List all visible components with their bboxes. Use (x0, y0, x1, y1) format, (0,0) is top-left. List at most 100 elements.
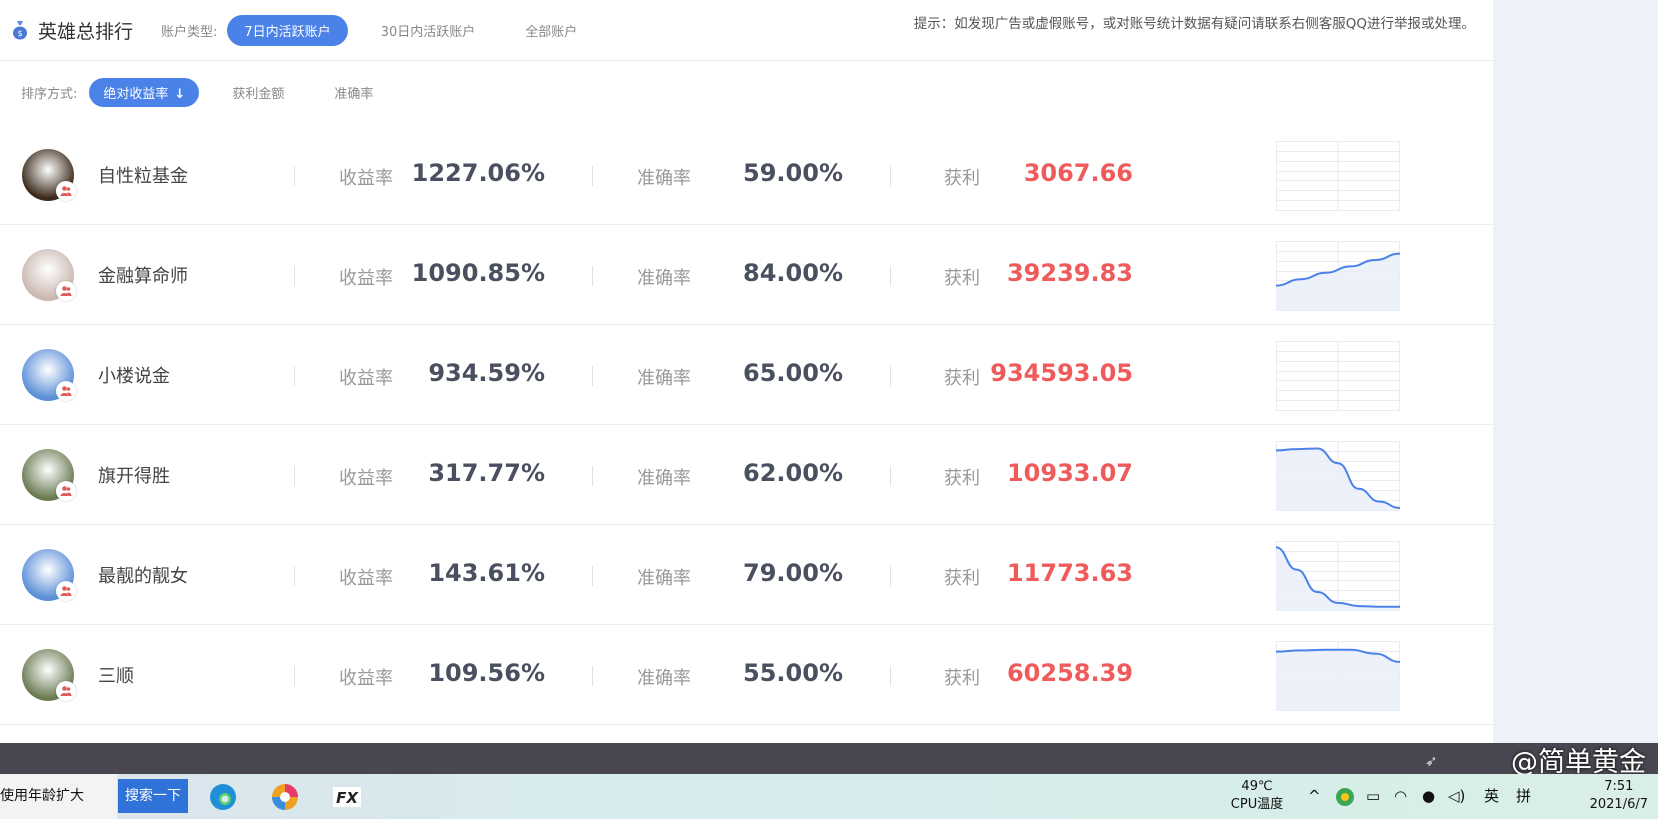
return-value: 1227.06% (411, 159, 545, 187)
divider (592, 566, 593, 586)
accuracy-value: 65.00% (743, 359, 843, 387)
divider (592, 366, 593, 386)
edge-browser-icon[interactable] (208, 782, 238, 812)
ranking-row[interactable]: 最靓的靓女 收益率 143.61% 准确率 79.00% 获利 11773.63 (0, 524, 1493, 625)
cpu-temp-label: CPU温度 (1230, 797, 1284, 812)
tab-7-day-active[interactable]: 7日内活跃账户 (227, 14, 348, 46)
system-clock[interactable]: 7:51 2021/6/7 (1590, 778, 1648, 814)
clock-time: 7:51 (1604, 779, 1634, 794)
return-label: 收益率 (339, 568, 393, 589)
return-value: 317.77% (428, 459, 545, 487)
user-group-icon (56, 581, 76, 601)
profit-value: 10933.07 (1006, 459, 1133, 487)
sort-by-accuracy-button[interactable]: 准确率 (317, 77, 390, 108)
taskbar-search-button[interactable]: 搜索一下 (118, 779, 188, 813)
return-value: 109.56% (428, 659, 545, 687)
volume-icon[interactable]: ◁) (1448, 774, 1465, 819)
divider (592, 166, 593, 186)
money-bag-icon: $ (13, 21, 27, 40)
svg-text:FX: FX (336, 789, 359, 807)
user-name[interactable]: 金融算命师 (98, 262, 188, 288)
return-label: 收益率 (339, 668, 393, 689)
divider (294, 466, 295, 486)
chevron-up-icon[interactable]: ^ (1308, 774, 1321, 819)
sort-option-label: 绝对收益率 (103, 86, 169, 102)
ranking-row[interactable] (0, 724, 1493, 744)
battery-icon[interactable]: ▭ (1366, 774, 1380, 819)
ranking-row[interactable]: 旗开得胜 收益率 317.77% 准确率 62.00% 获利 10933.07 (0, 424, 1493, 525)
trend-sparkline[interactable] (1276, 241, 1400, 311)
user-group-icon (56, 181, 76, 201)
svg-text:$: $ (17, 29, 22, 38)
wifi-icon[interactable]: ◠ (1394, 774, 1407, 819)
user-name[interactable]: 三顺 (98, 662, 134, 688)
header-bar: $ 英雄总排行 账户类型: 7日内活跃账户 30日内活跃账户 全部账户 提示：如… (0, 0, 1493, 61)
user-name[interactable]: 最靓的靓女 (98, 562, 188, 588)
ranking-panel: $ 英雄总排行 账户类型: 7日内活跃账户 30日内活跃账户 全部账户 提示：如… (0, 0, 1493, 744)
divider (890, 266, 891, 286)
user-name[interactable]: 自性粒基金 (98, 162, 188, 188)
profit-value: 60258.39 (1006, 659, 1133, 687)
taskbar: 使用年龄扩大 搜索一下 FX 49℃ CPU温度 ^ ▭ ◠ ● ◁) 英 拼 … (0, 774, 1658, 819)
user-name[interactable]: 小楼说金 (98, 362, 170, 388)
divider (592, 666, 593, 686)
sparkline-area (1276, 649, 1400, 711)
user-name[interactable]: 旗开得胜 (98, 462, 170, 488)
tab-30-day-active[interactable]: 30日内活跃账户 (364, 15, 493, 46)
profit-label: 获利 (944, 668, 980, 689)
accuracy-label: 准确率 (637, 468, 691, 489)
profit-label: 获利 (944, 468, 980, 489)
divider (294, 366, 295, 386)
divider (294, 166, 295, 186)
divider (890, 666, 891, 686)
accuracy-label: 准确率 (637, 568, 691, 589)
profit-label: 获利 (944, 168, 980, 189)
return-label: 收益率 (339, 368, 393, 389)
divider (890, 166, 891, 186)
qq-icon[interactable]: ● (1422, 774, 1435, 819)
color-wheel-app-icon[interactable] (270, 782, 300, 812)
trend-sparkline[interactable] (1276, 141, 1400, 211)
ime-language[interactable]: 英 (1484, 774, 1499, 819)
security-app-icon[interactable] (1335, 787, 1355, 807)
sort-by-profit-button[interactable]: 获利金额 (215, 77, 301, 108)
ranking-row[interactable]: 自性粒基金 收益率 1227.06% 准确率 59.00% 获利 3067.66 (0, 124, 1493, 225)
trend-sparkline[interactable] (1276, 541, 1400, 611)
account-type-label: 账户类型: (161, 24, 218, 40)
rocket-icon: ➶ (1425, 752, 1438, 770)
taskbar-search-input[interactable]: 使用年龄扩大 (0, 774, 117, 819)
divider (592, 466, 593, 486)
sort-by-return-button[interactable]: 绝对收益率 ↓ (89, 77, 200, 107)
return-label: 收益率 (339, 468, 393, 489)
return-value: 143.61% (428, 559, 545, 587)
divider (890, 366, 891, 386)
ranking-row[interactable]: 金融算命师 收益率 1090.85% 准确率 84.00% 获利 39239.8… (0, 224, 1493, 325)
ime-mode[interactable]: 拼 (1516, 774, 1531, 819)
trend-sparkline[interactable] (1276, 341, 1400, 411)
tab-all-accounts[interactable]: 全部账户 (508, 15, 594, 46)
trend-sparkline[interactable] (1276, 641, 1400, 711)
sort-bar: 排序方式: 绝对收益率 ↓ 获利金额 准确率 (0, 61, 1493, 123)
arrow-down-icon: ↓ (174, 86, 186, 102)
divider (890, 466, 891, 486)
trend-sparkline[interactable] (1276, 441, 1400, 511)
user-group-icon (56, 281, 76, 301)
accuracy-value: 84.00% (743, 259, 843, 287)
return-label: 收益率 (339, 268, 393, 289)
ranking-row[interactable]: 三顺 收益率 109.56% 准确率 55.00% 获利 60258.39 (0, 624, 1493, 725)
profit-label: 获利 (944, 568, 980, 589)
sort-label: 排序方式: (21, 86, 78, 102)
fx-app-icon[interactable]: FX (332, 782, 362, 812)
return-value: 1090.85% (411, 259, 545, 287)
notice-text: 提示：如发现广告或虚假账号，或对账号统计数据有疑问请联系右侧客服QQ进行举报或处… (913, 16, 1475, 32)
accuracy-value: 55.00% (743, 659, 843, 687)
user-group-icon (56, 681, 76, 701)
divider (592, 266, 593, 286)
accuracy-value: 62.00% (743, 459, 843, 487)
user-group-icon (56, 481, 76, 501)
profit-value: 934593.05 (990, 359, 1133, 387)
accuracy-value: 79.00% (743, 559, 843, 587)
profit-label: 获利 (944, 268, 980, 289)
accuracy-label: 准确率 (637, 368, 691, 389)
ranking-row[interactable]: 小楼说金 收益率 934.59% 准确率 65.00% 获利 934593.05 (0, 324, 1493, 425)
